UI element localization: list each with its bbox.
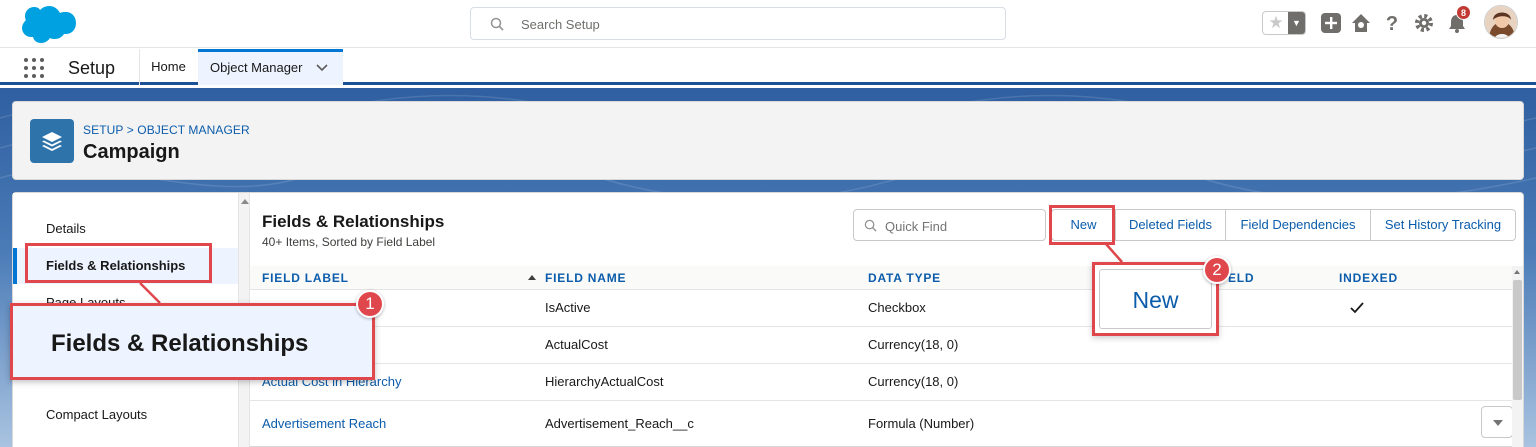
column-controlling-field[interactable]: ELD <box>1228 266 1254 290</box>
column-field-label[interactable]: FIELD LABEL <box>262 266 349 290</box>
chevron-down-icon[interactable]: ▼ <box>1288 12 1305 34</box>
chevron-down-icon[interactable] <box>316 64 328 72</box>
sidebar-item-details[interactable]: Details <box>13 211 238 247</box>
table-row: Actual Cost in Hierarchy HierarchyActual… <box>250 364 1512 401</box>
favorites-star-icon[interactable]: ★ <box>1263 12 1289 34</box>
svg-text:?: ? <box>1386 13 1398 34</box>
column-indexed[interactable]: INDEXED <box>1339 266 1398 290</box>
check-icon <box>1350 302 1364 314</box>
field-name: IsActive <box>545 300 591 315</box>
search-icon <box>490 17 504 31</box>
deleted-fields-button[interactable]: Deleted Fields <box>1115 209 1226 241</box>
setup-search[interactable] <box>470 7 1006 40</box>
sort-ascending-icon[interactable] <box>528 275 536 280</box>
salesforce-logo[interactable] <box>14 4 76 44</box>
scrollbar-thumb[interactable] <box>1513 280 1522 400</box>
global-header: ★ ▼ ? 8 <box>0 0 1536 48</box>
highlight-fields-relationships <box>25 243 212 283</box>
tab-object-manager[interactable]: Object Manager <box>198 49 343 85</box>
breadcrumb[interactable]: SETUP > OBJECT MANAGER <box>83 123 250 137</box>
tab-object-manager-label: Object Manager <box>210 60 303 75</box>
data-type: Currency(18, 0) <box>868 337 959 352</box>
help-icon[interactable]: ? <box>1381 12 1403 34</box>
gear-icon[interactable] <box>1413 12 1435 34</box>
add-icon[interactable] <box>1320 12 1342 34</box>
context-bar: Setup Home Object Manager <box>0 49 1536 85</box>
step-number-badge: 1 <box>356 290 384 318</box>
object-manager-icon <box>30 119 74 163</box>
column-data-type[interactable]: DATA TYPE <box>868 266 941 290</box>
chevron-down-icon <box>1493 420 1503 426</box>
callout-label: New <box>1099 269 1212 329</box>
table-row: Advertisement Reach Advertisement_Reach_… <box>250 401 1512 447</box>
trailhead-icon[interactable] <box>1350 12 1372 34</box>
field-name: HierarchyActualCost <box>545 374 664 389</box>
step-number-badge: 2 <box>1203 256 1231 284</box>
callout-label: Fields & Relationships <box>51 330 309 357</box>
quick-find[interactable] <box>853 209 1046 241</box>
sidebar-item-compact-layouts[interactable]: Compact Layouts <box>13 397 238 433</box>
data-type: Checkbox <box>868 300 926 315</box>
field-name: Advertisement_Reach__c <box>545 416 694 431</box>
table-header: FIELD LABEL FIELD NAME DATA TYPE ELD IND… <box>250 266 1512 290</box>
favorites-group[interactable]: ★ ▼ <box>1262 11 1306 35</box>
avatar[interactable] <box>1484 5 1518 39</box>
notification-count-badge: 8 <box>1456 5 1471 20</box>
section-title: Fields & Relationships <box>262 212 445 231</box>
search-input[interactable] <box>521 14 961 34</box>
page-title: Campaign <box>83 141 180 163</box>
field-dependencies-button[interactable]: Field Dependencies <box>1225 209 1371 241</box>
row-actions-menu-button[interactable] <box>1481 406 1513 438</box>
tab-home[interactable]: Home <box>139 49 197 85</box>
app-name: Setup <box>68 58 116 78</box>
quick-find-input[interactable] <box>885 216 1035 236</box>
object-header: SETUP > OBJECT MANAGER Campaign <box>12 101 1524 180</box>
section-subtitle: 40+ Items, Sorted by Field Label <box>262 235 436 249</box>
table-scrollbar[interactable] <box>1512 266 1523 447</box>
fields-section: Fields & Relationships 40+ Items, Sorted… <box>250 193 1523 447</box>
table-row: ign ActualCost Currency(18, 0) <box>250 327 1512 364</box>
highlight-new-button <box>1049 205 1115 245</box>
search-icon <box>864 219 877 232</box>
callout-fields-relationships: Fields & Relationships <box>10 303 375 380</box>
callout-new-button: New <box>1092 262 1219 336</box>
column-field-name[interactable]: FIELD NAME <box>545 266 626 290</box>
table-row: IsActive Checkbox <box>250 290 1512 327</box>
set-history-tracking-button[interactable]: Set History Tracking <box>1370 209 1516 241</box>
data-type: Currency(18, 0) <box>868 374 959 389</box>
field-name: ActualCost <box>545 337 608 352</box>
data-type: Formula (Number) <box>868 416 975 431</box>
field-label-link[interactable]: Advertisement Reach <box>262 401 386 447</box>
app-launcher-icon[interactable] <box>24 58 46 80</box>
